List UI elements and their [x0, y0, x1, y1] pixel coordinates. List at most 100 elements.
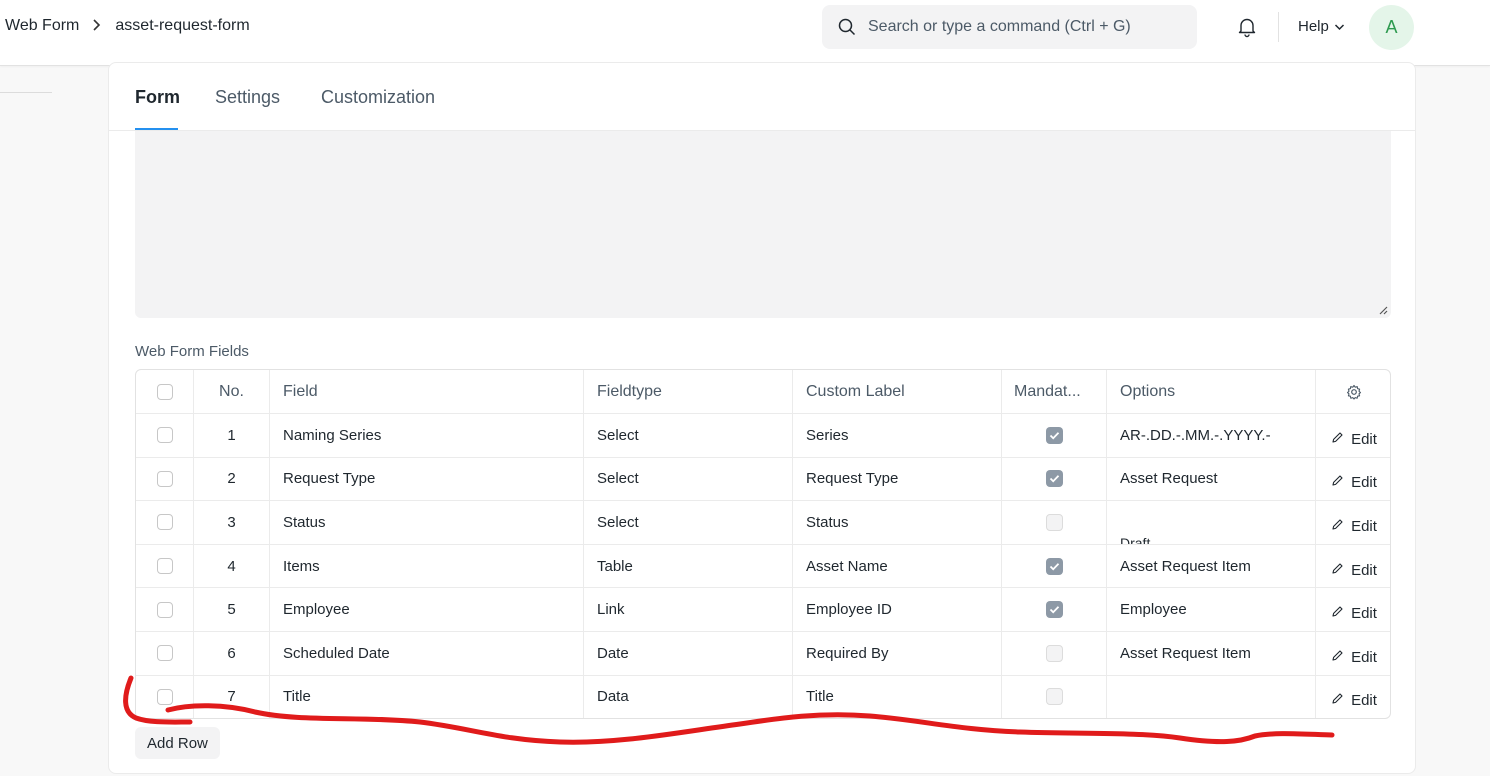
- help-dropdown[interactable]: Help: [1298, 18, 1345, 35]
- table-row[interactable]: 6 Scheduled Date Date Required By Asset Requ…: [136, 632, 1390, 676]
- edit-cell: Edit: [1316, 545, 1390, 588]
- edit-cell: Edit: [1316, 414, 1390, 457]
- field-cell[interactable]: Status: [270, 501, 584, 544]
- add-row-button[interactable]: Add Row: [135, 727, 220, 759]
- field-cell[interactable]: Scheduled Date: [270, 632, 584, 675]
- edit-button[interactable]: Edit: [1331, 605, 1377, 622]
- pencil-icon: [1331, 431, 1351, 448]
- options-cell[interactable]: Draft: [1107, 501, 1316, 544]
- row-number: 6: [194, 632, 270, 675]
- pencil-icon: [1331, 649, 1351, 666]
- edit-label: Edit: [1351, 430, 1377, 448]
- options-cell[interactable]: AR-.DD.-.MM.-.YYYY.-: [1107, 414, 1316, 457]
- row-checkbox[interactable]: [156, 601, 173, 618]
- help-label: Help: [1298, 18, 1329, 35]
- row-checkbox[interactable]: [156, 470, 173, 487]
- select-all-checkbox[interactable]: [156, 383, 173, 400]
- mandatory-checkbox[interactable]: [1045, 688, 1063, 706]
- row-select-cell: [136, 414, 194, 457]
- bell-icon[interactable]: [1236, 16, 1258, 38]
- row-number: 2: [194, 457, 270, 501]
- options-cell[interactable]: Asset Request Item: [1107, 544, 1316, 588]
- table-row[interactable]: 5 Employee Link Employee ID Employee Edit: [136, 588, 1390, 632]
- options-cell[interactable]: Asset Request Item: [1107, 632, 1316, 675]
- search-input[interactable]: Search or type a command (Ctrl + G): [822, 5, 1197, 49]
- fieldtype-cell[interactable]: Link: [584, 588, 793, 631]
- breadcrumb: Web Form asset-request-form: [5, 17, 250, 35]
- edit-button[interactable]: Edit: [1331, 474, 1377, 491]
- select-all-cell: [136, 370, 194, 413]
- custom-label-cell[interactable]: Employee ID: [793, 588, 1002, 631]
- row-checkbox[interactable]: [156, 645, 173, 662]
- table-row[interactable]: 7 Title Data Title Edit: [136, 675, 1390, 718]
- custom-label-cell[interactable]: Series: [793, 414, 1002, 457]
- fieldtype-cell[interactable]: Date: [584, 632, 793, 675]
- table-row[interactable]: 2 Request Type Select Request Type Asset Req…: [136, 457, 1390, 502]
- navbar: Web Form asset-request-form Search or ty…: [0, 0, 1490, 66]
- field-cell[interactable]: Naming Series: [270, 414, 584, 457]
- edit-label: Edit: [1351, 517, 1377, 535]
- edit-cell: Edit: [1316, 588, 1390, 631]
- chevron-down-icon: [1334, 23, 1344, 30]
- field-cell[interactable]: Items: [270, 544, 584, 588]
- table-row[interactable]: 1 Naming Series Select Series AR-.DD.-.MM.-.…: [136, 414, 1390, 458]
- tab-form[interactable]: Form: [135, 87, 180, 108]
- edit-label: Edit: [1351, 474, 1377, 492]
- column-header-no: No.: [194, 370, 270, 413]
- options-cell[interactable]: [1107, 675, 1316, 718]
- custom-label-cell[interactable]: Asset Name: [793, 544, 1002, 588]
- mandatory-checkbox[interactable]: [1045, 644, 1063, 662]
- edit-button[interactable]: Edit: [1331, 649, 1377, 666]
- row-checkbox[interactable]: [156, 514, 173, 531]
- row-checkbox[interactable]: [156, 688, 173, 705]
- mandatory-checkbox[interactable]: [1045, 426, 1063, 444]
- row-number: 7: [194, 675, 270, 718]
- mandatory-checkbox[interactable]: [1045, 470, 1063, 488]
- custom-label-cell[interactable]: Status: [793, 501, 1002, 544]
- mandatory-cell: [1002, 588, 1107, 631]
- custom-label-cell[interactable]: Request Type: [793, 457, 1002, 501]
- row-select-cell: [136, 632, 194, 675]
- breadcrumb-current[interactable]: asset-request-form: [115, 17, 249, 35]
- fieldtype-cell[interactable]: Select: [584, 457, 793, 501]
- gear-icon[interactable]: [1346, 384, 1362, 400]
- table-row[interactable]: 3 Status Select Status Draft Edit: [136, 501, 1390, 545]
- mandatory-checkbox[interactable]: [1045, 601, 1063, 619]
- column-header-fieldtype: Fieldtype: [584, 370, 793, 413]
- edit-label: Edit: [1351, 561, 1377, 579]
- resize-handle-icon[interactable]: [1378, 305, 1388, 315]
- tab-customization[interactable]: Customization: [321, 87, 435, 108]
- column-settings-cell: [1316, 370, 1390, 413]
- row-select-cell: [136, 501, 194, 544]
- text-editor-area[interactable]: [135, 131, 1391, 318]
- options-cell[interactable]: Asset Request: [1107, 457, 1316, 501]
- field-cell[interactable]: Title: [270, 675, 584, 718]
- mandatory-checkbox[interactable]: [1045, 557, 1063, 575]
- edit-button[interactable]: Edit: [1331, 562, 1377, 579]
- mandatory-checkbox[interactable]: [1045, 513, 1063, 531]
- fieldtype-cell[interactable]: Select: [584, 501, 793, 544]
- edit-button[interactable]: Edit: [1331, 518, 1377, 535]
- tab-settings[interactable]: Settings: [215, 87, 280, 108]
- table-row[interactable]: 4 Items Table Asset Name Asset Request Item E…: [136, 544, 1390, 589]
- pencil-icon: [1331, 518, 1351, 535]
- options-cell[interactable]: Employee: [1107, 588, 1316, 631]
- field-cell[interactable]: Request Type: [270, 457, 584, 501]
- fieldtype-cell[interactable]: Select: [584, 414, 793, 457]
- edit-button[interactable]: Edit: [1331, 692, 1377, 709]
- edit-label: Edit: [1351, 692, 1377, 710]
- fieldtype-cell[interactable]: Data: [584, 675, 793, 718]
- breadcrumb-parent-link[interactable]: Web Form: [5, 17, 79, 35]
- field-cell[interactable]: Employee: [270, 588, 584, 631]
- custom-label-cell[interactable]: Title: [793, 675, 1002, 718]
- edit-button[interactable]: Edit: [1331, 431, 1377, 448]
- row-number: 4: [194, 544, 270, 588]
- column-header-options: Options: [1107, 370, 1316, 413]
- column-header-field: Field: [270, 370, 584, 413]
- avatar[interactable]: A: [1369, 5, 1414, 50]
- fieldtype-cell[interactable]: Table: [584, 544, 793, 588]
- row-checkbox[interactable]: [156, 427, 173, 444]
- row-checkbox[interactable]: [156, 558, 173, 575]
- custom-label-cell[interactable]: Required By: [793, 632, 1002, 675]
- row-select-cell: [136, 457, 194, 501]
